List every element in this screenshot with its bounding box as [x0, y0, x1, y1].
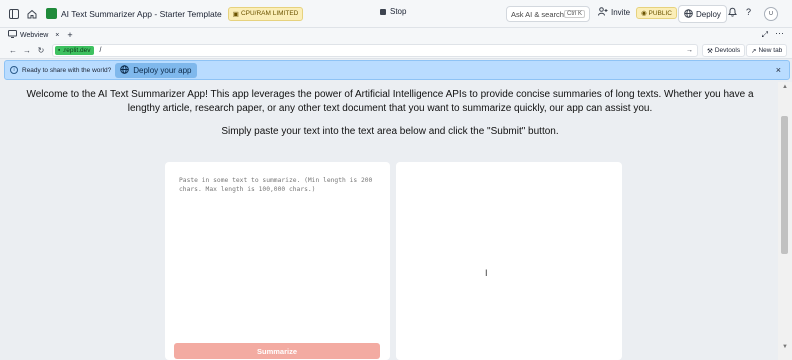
go-arrow-icon[interactable]: →: [686, 47, 693, 54]
domain-pill[interactable]: ▪ .replit.dev: [55, 46, 94, 55]
limit-badge-label: CPU/RAM LIMITED: [240, 10, 299, 17]
warning-icon: ▣: [232, 10, 239, 18]
new-tab-label: New tab: [758, 47, 783, 54]
cpu-ram-limited-badge[interactable]: ▣ CPU/RAM LIMITED: [227, 6, 304, 21]
invite-label: Invite: [611, 8, 631, 17]
shortcut-hint: Ctrl K: [564, 10, 585, 18]
url-field[interactable]: ▪ .replit.dev / →: [52, 44, 698, 57]
user-avatar[interactable]: U: [764, 7, 778, 21]
deploy-label: Deploy: [696, 9, 721, 19]
scroll-down-icon[interactable]: ▼: [782, 344, 788, 350]
banner-close-icon[interactable]: ×: [776, 65, 781, 75]
info-icon: i: [10, 66, 18, 74]
vertical-scrollbar[interactable]: ▲ ▼: [778, 82, 792, 360]
user-plus-icon: [598, 7, 608, 18]
instruction-text: Simply paste your text into the text are…: [221, 126, 559, 137]
replit-icon: ▪: [58, 47, 61, 54]
devtools-label: Devtools: [714, 47, 741, 54]
deploy-button[interactable]: Deploy: [678, 5, 727, 23]
webview-content: Welcome to the AI Text Summarizer App! T…: [0, 82, 778, 360]
tab-webview[interactable]: Webview ×: [8, 30, 59, 40]
home-icon[interactable]: [24, 6, 40, 22]
app-title[interactable]: AI Text Summarizer App - Starter Templat…: [61, 9, 222, 19]
invite-button[interactable]: Invite: [598, 7, 630, 18]
expand-icon[interactable]: ⤢: [762, 30, 768, 40]
ask-ai-search-button[interactable]: Ask AI & search Ctrl K: [506, 6, 590, 22]
new-tab-button[interactable]: ↗ New tab: [746, 44, 788, 57]
app-logo: [46, 8, 57, 19]
bell-icon[interactable]: [728, 7, 737, 19]
sidebar-toggle-icon[interactable]: [6, 6, 22, 22]
summarize-button[interactable]: Summarize: [174, 343, 380, 359]
wrench-icon: ⚒: [707, 47, 713, 55]
tab-webview-label: Webview: [20, 31, 49, 39]
help-icon[interactable]: ?: [746, 7, 751, 17]
text-input-area[interactable]: Paste in some text to summarize. (Min le…: [179, 176, 379, 194]
ask-ai-label: Ask AI & search: [511, 9, 564, 19]
scrollbar-thumb[interactable]: [781, 116, 788, 254]
deploy-your-app-button[interactable]: Deploy your app: [115, 62, 197, 78]
add-tab-icon[interactable]: +: [67, 30, 72, 40]
summary-output-panel: I: [396, 162, 622, 360]
input-panel: Paste in some text to summarize. (Min le…: [165, 162, 390, 360]
url-path[interactable]: /: [100, 47, 102, 54]
public-badge[interactable]: ◉ PUBLIC: [636, 7, 677, 19]
public-badge-label: PUBLIC: [648, 10, 672, 17]
banner-text: Ready to share with the world?: [22, 66, 112, 74]
monitor-icon: [8, 30, 17, 40]
deploy-your-app-label: Deploy your app: [133, 65, 192, 75]
stop-button[interactable]: Stop: [380, 7, 406, 16]
workspace-header: AI Text Summarizer App - Starter Templat…: [0, 0, 792, 28]
back-icon[interactable]: ←: [6, 46, 20, 55]
deploy-banner: i Ready to share with the world? Deploy …: [4, 60, 790, 80]
more-options-icon[interactable]: ···: [775, 28, 784, 38]
stop-label: Stop: [390, 7, 407, 16]
external-link-icon: ↗: [751, 47, 757, 55]
eye-icon: ◉: [641, 10, 647, 17]
deploy-globe-icon: [684, 8, 693, 20]
devtools-button[interactable]: ⚒ Devtools: [702, 44, 746, 57]
pane-tab-bar: Webview × + ⤢ ···: [0, 28, 792, 42]
reload-icon[interactable]: ↻: [34, 46, 48, 55]
scroll-up-icon[interactable]: ▲: [782, 84, 788, 90]
text-cursor-icon: I: [485, 268, 488, 278]
stop-icon: [380, 8, 386, 15]
forward-icon[interactable]: →: [20, 46, 34, 55]
intro-paragraph: Welcome to the AI Text Summarizer App! T…: [26, 89, 754, 114]
domain-label: .replit.dev: [62, 47, 91, 54]
globe-icon: [120, 64, 130, 76]
webview-url-bar: ← → ↻ ▪ .replit.dev / → ⚒ Devtools ↗ New…: [0, 42, 792, 59]
close-tab-icon[interactable]: ×: [55, 32, 59, 39]
